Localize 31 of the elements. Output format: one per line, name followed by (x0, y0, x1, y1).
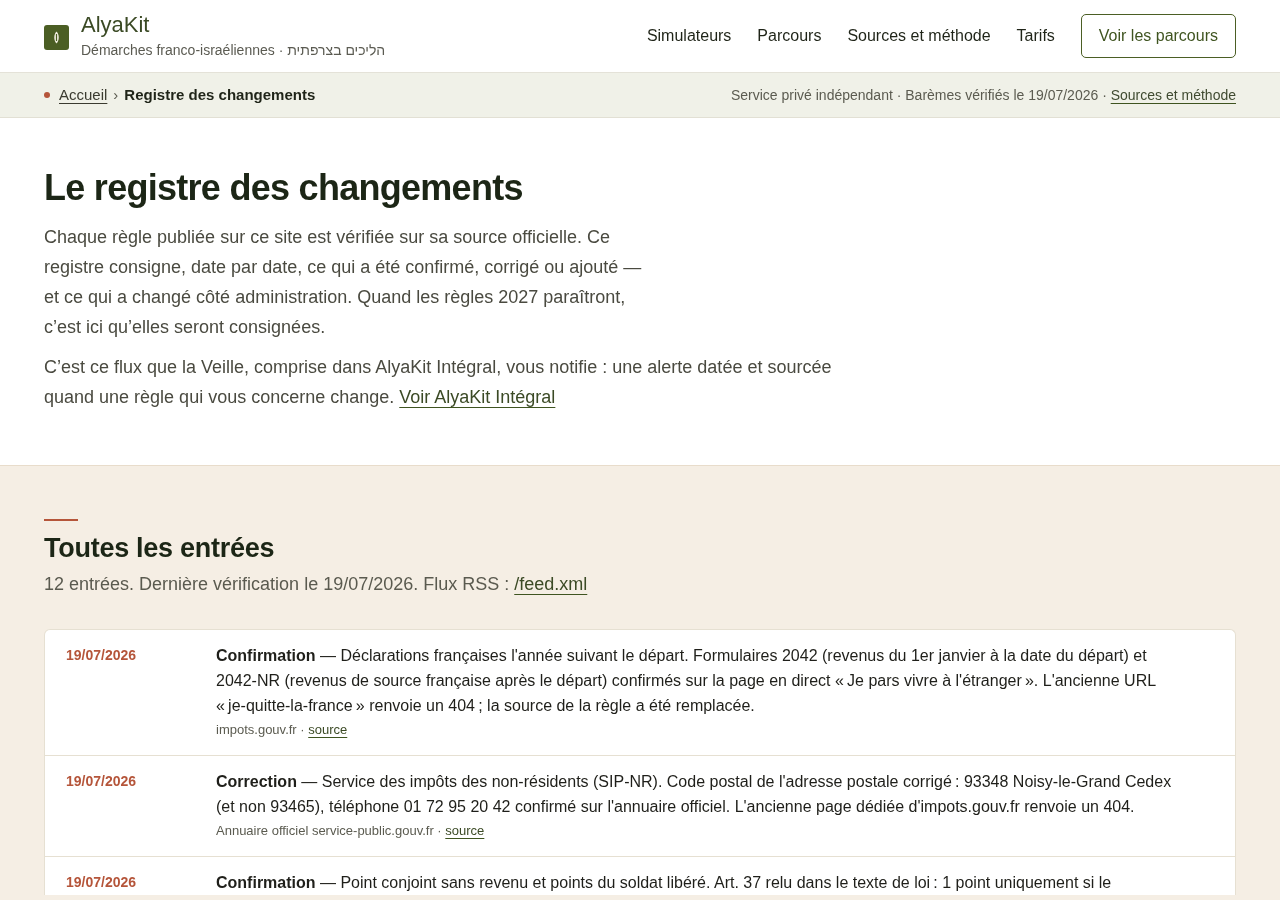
section-title: Toutes les entrées (44, 532, 276, 565)
integral-link[interactable]: Voir AlyaKit Intégral (399, 387, 556, 407)
entry-source: impots.gouv.fr · source (216, 721, 349, 739)
breadcrumb-link[interactable]: Accueil (59, 83, 108, 107)
entry-date: 19/07/2026 (66, 873, 138, 892)
nav-link[interactable]: Tarifs (1016, 24, 1055, 48)
entries-summary: 12 entrées. Dernière vérification le 19/07/2026. Flux RSS : /feed.xml (44, 573, 589, 596)
sources-link[interactable]: Sources et méthode (1110, 86, 1236, 103)
leaf-logo-icon (44, 24, 69, 50)
entry-text: Confirmation — Point conjoint sans revenu et points du soldat libéré. Art. 37 relu dans le texte de loi : 1 point uniquement si le (216, 873, 1113, 893)
source-link[interactable]: source (445, 823, 485, 838)
cta-button[interactable]: Voir les parcours (1080, 14, 1236, 58)
nav-link[interactable]: Parcours (757, 24, 822, 48)
source-link[interactable]: source (308, 722, 348, 737)
entry-text: Correction — Service des impôts des non-résidents (SIP-NR). Code postal de l'adresse postale corrigé : 93348 Noisy-le-Grand Cedex (et non 93465), téléphone 01 72 95 20 42 confirmé sur l'annuaire officiel. L'ancienne page dédiée d'impots.gouv.fr renvoie un 404. (216, 772, 1173, 817)
feed-link[interactable]: /feed.xml (514, 574, 588, 594)
entry-text: Confirmation — Déclarations françaises l'année suivant le départ. Formulaires 2042 (revenus du 1er janvier à la date du départ) et 2042-NR (revenus de source française après le départ) confirmés sur la page en direct « Je pars vivre à l'étranger ». L'ancienne URL « je-quitte-la-france » renvoie un 404 ; la source de la règle a été remplacée. (216, 646, 1157, 716)
breadcrumb-current: Registre des changements (124, 84, 316, 105)
verification-notice: Service privé indépendant · Barèmes vérifiés le 19/07/2026 · Sources et méthode (730, 85, 1236, 105)
breadcrumb-separator: › (113, 84, 119, 105)
brand-name[interactable]: AlyaKit (81, 12, 386, 38)
entry-date: 19/07/2026 (66, 772, 138, 791)
nav-link[interactable]: Simulateurs (646, 24, 732, 48)
entry-date: 19/07/2026 (66, 646, 138, 665)
dot-icon (44, 92, 50, 98)
page-title: Le registre des changements (44, 166, 524, 210)
intro-paragraph: Chaque règle publiée sur ce site est vérifiée sur sa source officielle. Ce registre consigne, date par date, ce qui a été confirmé, corrigé ou ajouté — et ce qui a changé côté administration. Quand les règles 2027 paraîtront, c’est ici qu’elles seront consignées. (44, 226, 643, 339)
nav-link[interactable]: Sources et méthode (847, 24, 991, 48)
intro-paragraph: C’est ce flux que la Veille, comprise dans AlyaKit Intégral, vous notifie : une alerte datée et sourcée quand une règle qui vous concerne change. Voir AlyaKit Intégral (44, 356, 833, 409)
entry-source: Annuaire officiel service-public.gouv.fr · source (216, 822, 486, 840)
brand-tagline: Démarches franco-israéliennes · הליכים בצרפתית (81, 41, 386, 60)
